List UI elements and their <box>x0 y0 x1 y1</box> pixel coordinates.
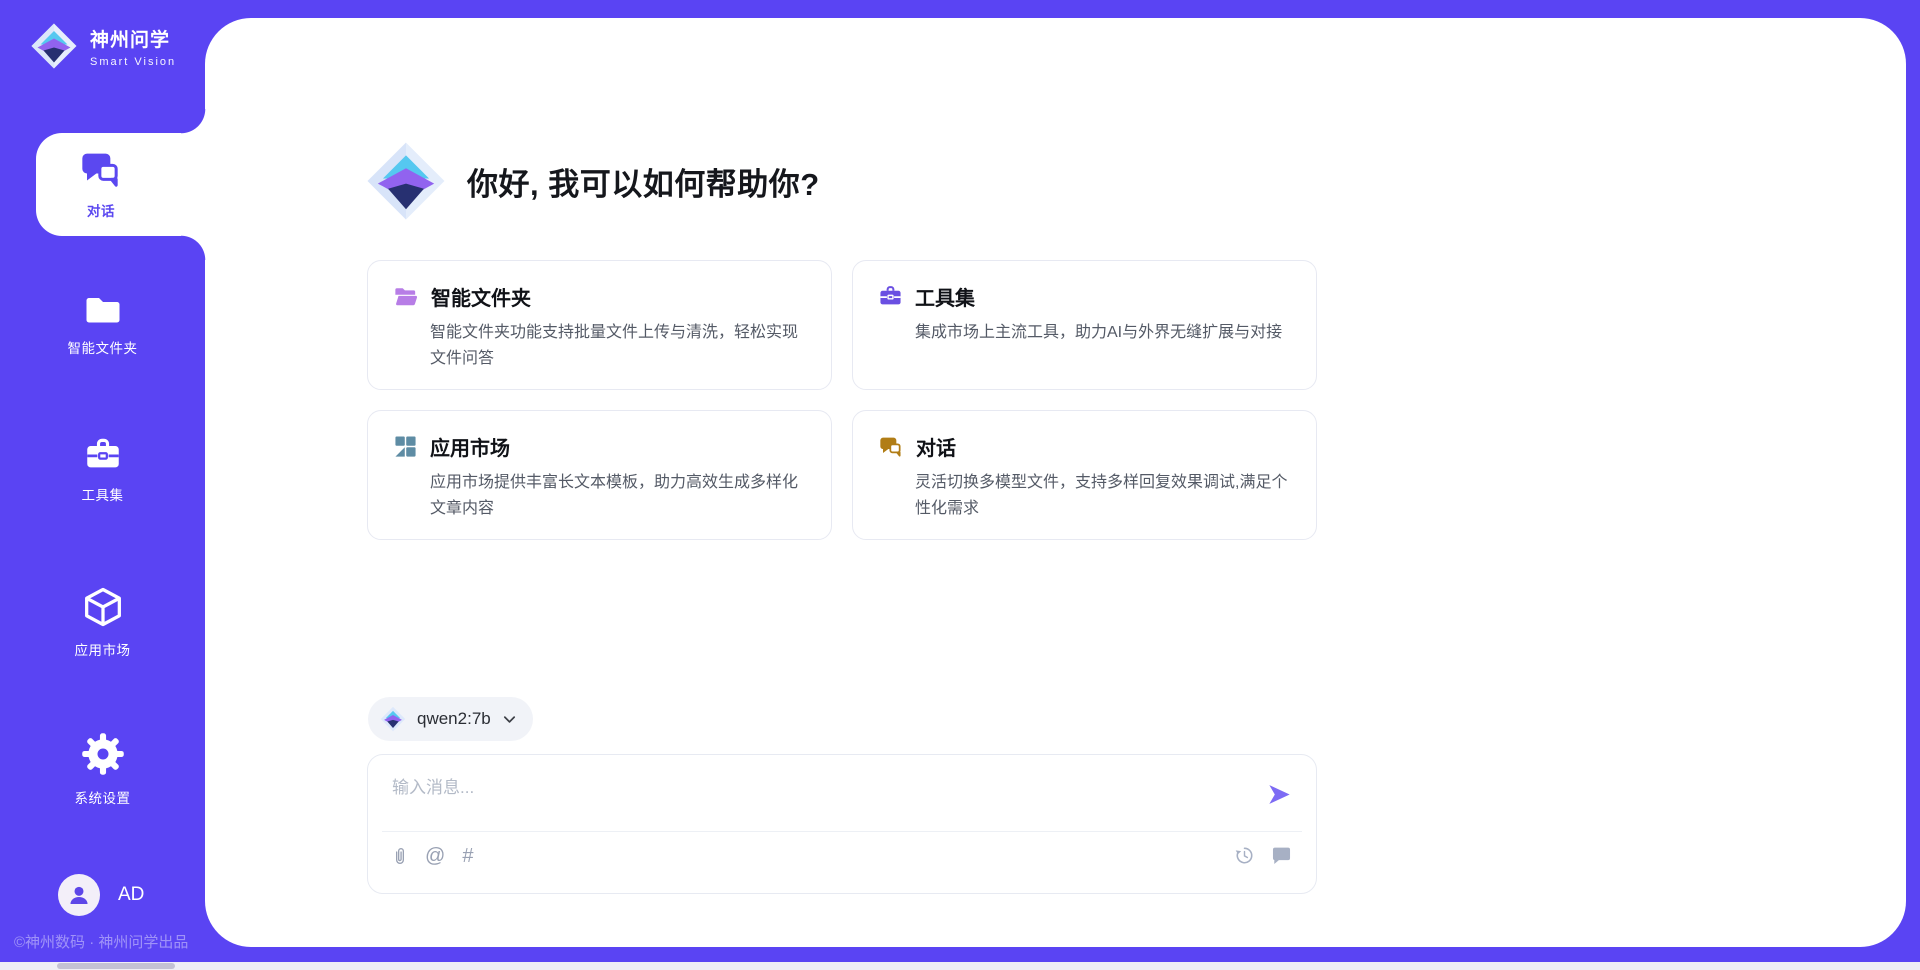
folder-icon <box>84 294 122 326</box>
mention-icon[interactable]: @ <box>425 846 445 866</box>
chat-bubble-icon[interactable] <box>1271 845 1292 866</box>
brand-name: 神州问学 <box>90 25 176 52</box>
history-icon[interactable] <box>1234 845 1255 866</box>
sidebar-item-settings[interactable]: 系统设置 <box>0 732 205 807</box>
brand-subtitle: Smart Vision <box>90 56 176 68</box>
user-profile[interactable]: AD <box>58 874 144 916</box>
user-name: AD <box>118 884 144 906</box>
sidebar-item-app-market[interactable]: 应用市场 <box>0 586 205 659</box>
toolbox-icon <box>84 437 122 473</box>
greeting-title: 你好, 我可以如何帮助你? <box>467 159 820 204</box>
bubble-top-curve <box>181 109 206 134</box>
card-description: 灵活切换多模型文件，支持多样回复效果调试,满足个性化需求 <box>915 470 1290 521</box>
greeting-diamond-icon <box>365 140 447 222</box>
card-title: 应用市场 <box>430 432 510 461</box>
sidebar-item-smart-folder[interactable]: 智能文件夹 <box>0 294 205 357</box>
hashtag-icon[interactable]: # <box>462 846 473 866</box>
sidebar-item-chat[interactable]: 对话 <box>36 133 166 236</box>
copyright-footer: ©神州数码 · 神州问学出品 <box>14 931 188 952</box>
brand-logo-block: 神州问学 Smart Vision <box>30 22 176 70</box>
model-name: qwen2:7b <box>417 709 491 729</box>
chevron-down-icon <box>502 712 517 727</box>
model-selector[interactable]: qwen2:7b <box>368 697 533 741</box>
feature-cards: 智能文件夹 智能文件夹功能支持批量文件上传与清洗，轻松实现文件问答 工具集 集成… <box>367 260 1317 540</box>
sidebar-item-label: 系统设置 <box>75 787 131 807</box>
attachment-icon[interactable] <box>392 845 408 867</box>
composer-divider <box>382 831 1302 832</box>
horizontal-scrollbar <box>0 962 1920 970</box>
greeting-block: 你好, 我可以如何帮助你? <box>365 140 820 222</box>
sidebar-item-label: 应用市场 <box>75 639 131 659</box>
card-smart-folder[interactable]: 智能文件夹 智能文件夹功能支持批量文件上传与清洗，轻松实现文件问答 <box>367 260 832 390</box>
sidebar-item-label: 智能文件夹 <box>68 337 138 357</box>
card-chat[interactable]: 对话 灵活切换多模型文件，支持多样回复效果调试,满足个性化需求 <box>852 410 1317 540</box>
card-app-market[interactable]: 应用市场 应用市场提供丰富长文本模板，助力高效生成多样化文章内容 <box>367 410 832 540</box>
message-composer: @ # <box>367 754 1317 894</box>
card-description: 智能文件夹功能支持批量文件上传与清洗，轻松实现文件问答 <box>430 320 805 371</box>
sidebar-item-label: 对话 <box>87 200 115 220</box>
model-diamond-icon <box>380 706 406 732</box>
chat-icon <box>80 149 122 191</box>
message-input[interactable] <box>390 771 1254 825</box>
avatar <box>58 874 100 916</box>
card-title: 对话 <box>916 432 956 461</box>
scrollbar-thumb[interactable] <box>57 963 175 969</box>
brand-diamond-icon <box>30 22 78 70</box>
card-title: 智能文件夹 <box>431 282 531 311</box>
send-icon[interactable] <box>1267 782 1292 807</box>
card-description: 集成市场上主流工具，助力AI与外界无缝扩展与对接 <box>915 320 1290 346</box>
sidebar-item-toolset[interactable]: 工具集 <box>0 437 205 504</box>
cube-icon <box>82 586 124 628</box>
grid-icon <box>394 435 417 458</box>
bubble-bottom-curve <box>181 235 206 260</box>
card-description: 应用市场提供丰富长文本模板，助力高效生成多样化文章内容 <box>430 470 805 521</box>
toolbox-icon <box>879 285 902 308</box>
gear-icon <box>81 732 125 776</box>
card-title: 工具集 <box>915 282 975 311</box>
sidebar-item-label: 工具集 <box>82 484 124 504</box>
folder-open-icon <box>394 286 418 308</box>
card-toolset[interactable]: 工具集 集成市场上主流工具，助力AI与外界无缝扩展与对接 <box>852 260 1317 390</box>
chat-icon <box>879 435 903 459</box>
